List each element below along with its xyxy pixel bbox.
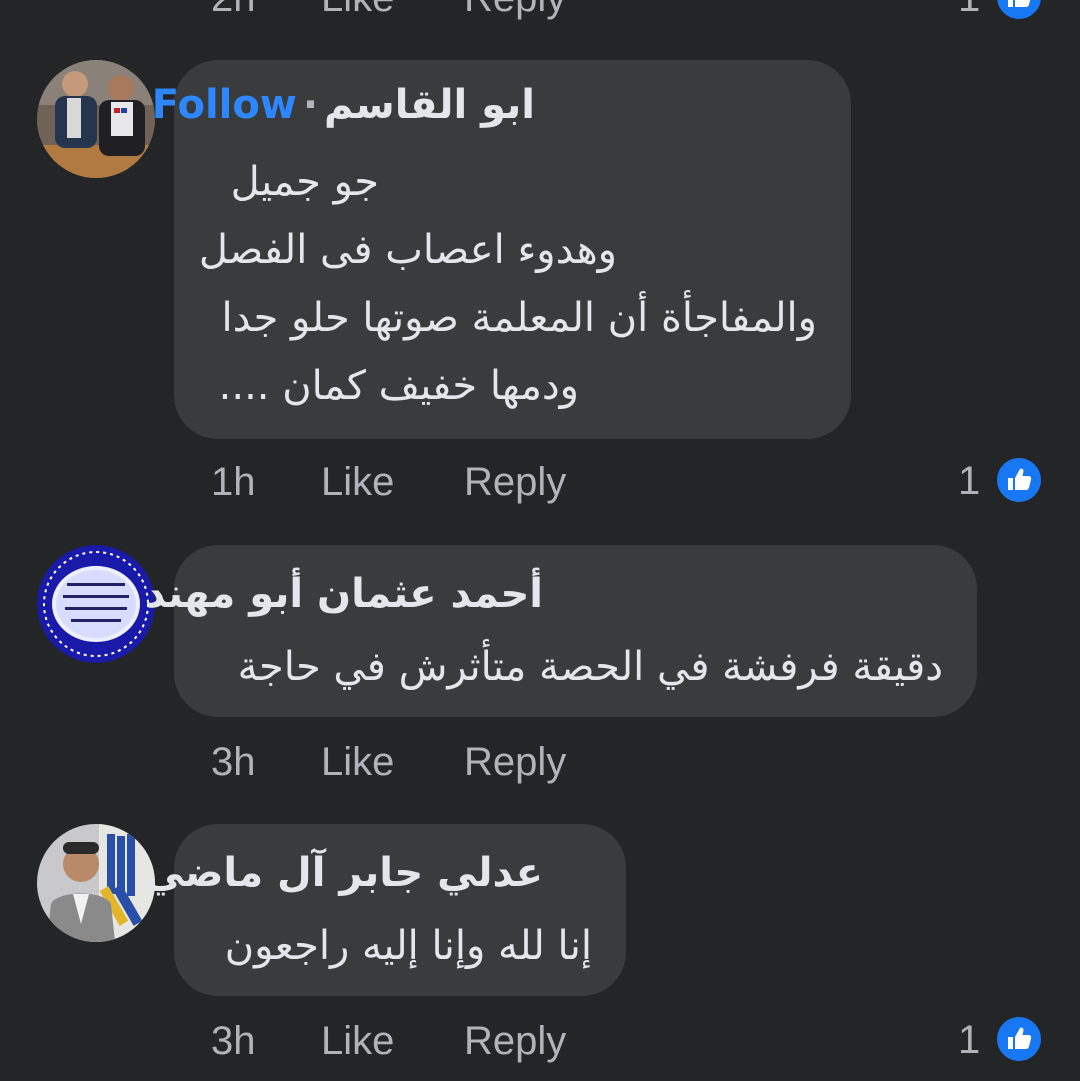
reply-button[interactable]: Reply — [464, 0, 566, 22]
reaction-count[interactable]: 1 — [958, 1016, 980, 1064]
author-name[interactable]: ابو القاسم — [324, 82, 535, 128]
comment-line: إنا لله وإنا إليه راجعون — [224, 923, 592, 969]
comment-line: ودمها خفيف كمان .... — [218, 363, 579, 409]
avatar[interactable] — [37, 824, 155, 942]
comment-text: جو جميل وهدوء اعصاب فى الفصل والمفاجأة أ… — [199, 148, 817, 420]
avatar[interactable] — [37, 545, 155, 663]
reaction-count[interactable]: 1 — [958, 457, 980, 505]
like-button[interactable]: Like — [321, 0, 394, 22]
reply-button[interactable]: Reply — [464, 1017, 566, 1065]
comment-bubble: أحمد عثمان أبو مهند دقيقة فرفشة في الحصة… — [145, 545, 977, 717]
reply-button[interactable]: Reply — [464, 458, 566, 506]
thumbs-up-icon[interactable] — [994, 1014, 1044, 1064]
comment-time: 1h — [211, 460, 256, 504]
author-name[interactable]: أحمد عثمان أبو مهند — [145, 571, 543, 617]
comments-thread: 2h Like Reply 1 — [0, 0, 1080, 1081]
thumbs-up-icon[interactable] — [994, 0, 1044, 22]
like-button[interactable]: Like — [321, 458, 394, 506]
follow-button[interactable]: Follow — [152, 82, 297, 128]
reaction-count[interactable]: 1 — [958, 0, 980, 22]
comment-time: 3h — [211, 740, 256, 784]
comment-line: جو جميل — [230, 159, 379, 205]
avatar[interactable] — [37, 60, 155, 178]
comment-line: والمفاجأة أن المعلمة صوتها حلو جدا — [221, 295, 818, 341]
author-name[interactable]: عدلي جابر آل ماضي — [144, 850, 543, 896]
thumbs-up-icon[interactable] — [994, 455, 1044, 505]
comment-bubble: ابو القاسم·Follow جو جميل وهدوء اعصاب فى… — [152, 60, 851, 439]
separator-dot: · — [302, 82, 319, 128]
comment-line: وهدوء اعصاب فى الفصل — [198, 227, 617, 273]
comment-bubble: عدلي جابر آل ماضي إنا لله وإنا إليه راجع… — [144, 824, 626, 996]
comment-line: دقيقة فرفشة في الحصة متأثرش في حاجة — [237, 644, 943, 690]
like-button[interactable]: Like — [321, 1017, 394, 1065]
reply-button[interactable]: Reply — [464, 738, 566, 786]
comment-time: 3h — [211, 1019, 256, 1063]
comment-text: إنا لله وإنا إليه راجعون — [225, 912, 592, 980]
like-button[interactable]: Like — [321, 738, 394, 786]
comment-text: دقيقة فرفشة في الحصة متأثرش في حاجة — [238, 633, 943, 701]
comment-time: 2h — [211, 0, 256, 22]
